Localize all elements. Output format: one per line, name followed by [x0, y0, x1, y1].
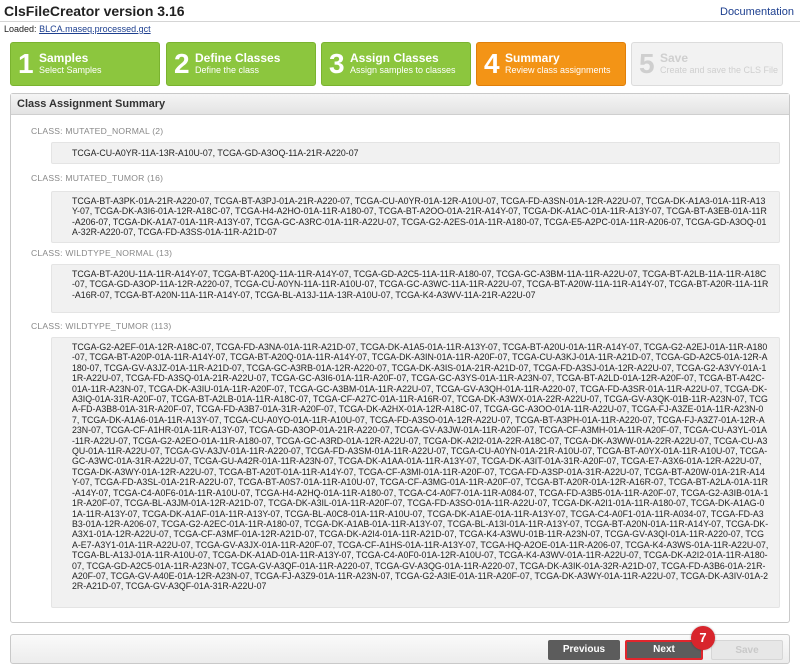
step-assign-classes[interactable]: 3 Assign Classes Assign samples to class… — [321, 42, 471, 86]
step-samples[interactable]: 1 Samples Select Samples — [10, 42, 160, 86]
step-number: 2 — [174, 48, 190, 79]
class-label: CLASS: WILDTYPE_NORMAL (13) — [31, 248, 173, 258]
step-label: Assign Classes — [350, 51, 439, 65]
step-subtitle: Review class assignments — [505, 65, 611, 75]
documentation-link[interactable]: Documentation — [720, 6, 794, 18]
panel-title: Class Assignment Summary — [11, 94, 789, 115]
summary-body[interactable]: CLASS: MUTATED_NORMAL (2) TCGA-CU-A0YR-1… — [11, 115, 789, 622]
step-summary[interactable]: 4 Summary Review class assignments — [476, 42, 626, 86]
loaded-file-link[interactable]: BLCA.maseq.processed.gct — [39, 24, 151, 34]
save-button: Save — [711, 640, 783, 660]
loaded-label: Loaded: — [4, 24, 37, 34]
step-subtitle: Select Samples — [39, 65, 102, 75]
class-samples-box: TCGA-CU-A0YR-11A-13R-A10U-07, TCGA-GD-A3… — [51, 142, 780, 164]
class-samples-box: TCGA-G2-A2EF-01A-12R-A18C-07, TCGA-FD-A3… — [51, 337, 780, 608]
step-subtitle: Define the class — [195, 65, 260, 75]
class-label: CLASS: WILDTYPE_TUMOR (113) — [31, 321, 172, 331]
class-samples-box: TCGA-BT-A20U-11A-11R-A14Y-07, TCGA-BT-A2… — [51, 264, 780, 313]
footer-bar: Previous Next Save — [10, 634, 790, 664]
class-label: CLASS: MUTATED_TUMOR (16) — [31, 173, 164, 183]
title-divider — [0, 21, 800, 22]
step-label: Define Classes — [195, 51, 281, 65]
step-number: 5 — [639, 48, 655, 79]
step-subtitle: Create and save the CLS File — [660, 65, 779, 75]
step-label: Samples — [39, 51, 89, 65]
class-samples-box: TCGA-BT-A3PK-01A-21R-A220-07, TCGA-BT-A3… — [51, 191, 780, 243]
wizard-steps: 1 Samples Select Samples 2 Define Classe… — [10, 42, 790, 86]
top-bar: ClsFileCreator version 3.16 Documentatio… — [0, 0, 800, 38]
step-number: 1 — [18, 48, 34, 79]
step-number: 3 — [329, 48, 345, 79]
class-label: CLASS: MUTATED_NORMAL (2) — [31, 126, 164, 136]
app-title: ClsFileCreator version 3.16 — [4, 3, 185, 19]
step-number: 4 — [484, 48, 500, 79]
step-label: Summary — [505, 51, 560, 65]
step-subtitle: Assign samples to classes — [350, 65, 456, 75]
loaded-file-info: Loaded: BLCA.maseq.processed.gct — [4, 24, 151, 34]
summary-panel: Class Assignment Summary CLASS: MUTATED_… — [10, 93, 790, 623]
step-badge: 7 — [691, 626, 715, 650]
step-define-classes[interactable]: 2 Define Classes Define the class — [166, 42, 316, 86]
step-label: Save — [660, 51, 689, 65]
previous-button[interactable]: Previous — [548, 640, 620, 660]
step-save: 5 Save Create and save the CLS File — [631, 42, 783, 86]
